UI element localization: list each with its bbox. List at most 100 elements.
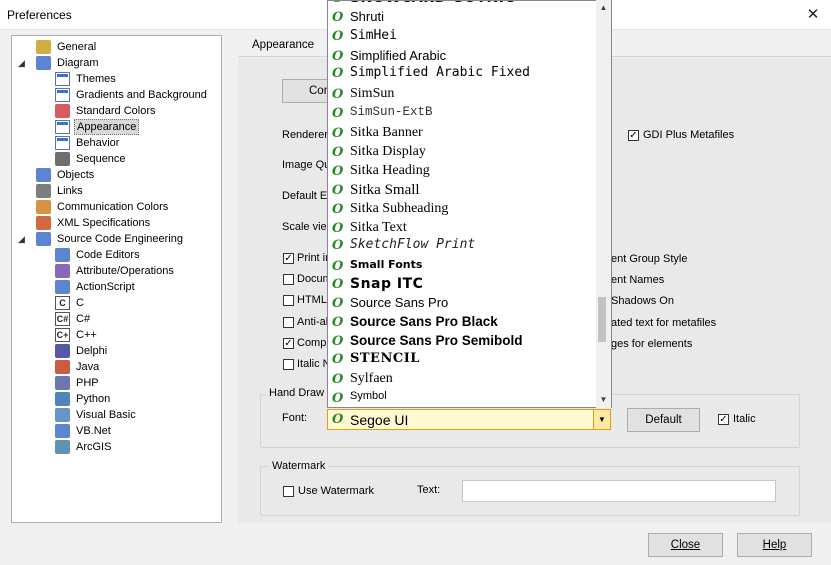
font-list-item[interactable]: O Shruti: [328, 8, 596, 27]
page-title: Appearance: [252, 39, 315, 51]
italic-label: Italic: [733, 413, 756, 425]
option-checkbox[interactable]: [283, 274, 294, 285]
opentype-icon: O: [332, 334, 344, 349]
renderer-label: Renderer: [282, 129, 328, 141]
opentype-icon: O: [332, 238, 344, 253]
opentype-icon: O: [332, 49, 344, 64]
option-label: ges for elements: [611, 338, 693, 350]
source-code-icon: [36, 232, 51, 246]
font-list-item[interactable]: O SimSun: [328, 85, 596, 104]
font-list-item[interactable]: O Sitka Subheading: [328, 200, 596, 219]
page-icon: [55, 88, 70, 102]
opentype-icon: O: [332, 87, 344, 102]
opentype-icon: O: [332, 164, 344, 179]
font-list-item[interactable]: O STENCIL: [328, 350, 596, 369]
opentype-icon: O: [332, 106, 344, 121]
tree-item-label: Appearance: [74, 119, 140, 135]
opentype-icon: O: [332, 29, 344, 44]
tree-item-label: Links: [57, 185, 83, 197]
font-dropdown-list[interactable]: O SNOWCARD GOTHIC O Shruti O SimHei O Simplifie…: [327, 0, 612, 408]
font-name: Simplified Arabic Fixed: [350, 65, 531, 80]
font-list-item[interactable]: O Simplified Arabic Fixed: [328, 64, 596, 83]
font-list-item[interactable]: O Snap ITC: [328, 275, 596, 294]
gdi-plus-checkbox[interactable]: ✓: [628, 130, 639, 141]
font-list-item[interactable]: O Sylfaen: [328, 370, 596, 389]
italic-checkbox[interactable]: ✓: [718, 414, 729, 425]
close-button[interactable]: Close: [648, 533, 723, 557]
option-checkbox[interactable]: ✓: [283, 253, 294, 264]
tree-item-label: ActionScript: [76, 281, 135, 293]
option-label: Italic N: [297, 358, 331, 370]
arcgis-icon: [55, 440, 70, 454]
opentype-icon: O: [332, 412, 344, 427]
default-button[interactable]: Default: [627, 408, 700, 432]
font-name: Sitka Subheading: [350, 201, 449, 216]
opentype-icon: O: [332, 391, 344, 406]
expand-arrow-icon[interactable]: ◢: [18, 234, 28, 244]
cpp-icon: C+: [55, 328, 70, 342]
font-list-item[interactable]: O Small Fonts: [328, 257, 596, 276]
communication-icon: [36, 200, 51, 214]
diagram-icon: [36, 56, 51, 70]
opentype-icon: O: [332, 126, 344, 141]
option-label: ent Names: [611, 274, 665, 286]
use-watermark-checkbox[interactable]: [283, 486, 294, 497]
code-editor-icon: [55, 248, 70, 262]
font-name: Sylfaen: [350, 371, 393, 386]
tree-item-label: Diagram: [57, 57, 99, 69]
tree-item-label: Java: [76, 361, 100, 373]
watermark-text-label: Text:: [417, 484, 441, 496]
option-checkbox[interactable]: [283, 317, 294, 328]
font-list-item[interactable]: O Symbol: [328, 389, 596, 407]
watermark-group-title: Watermark: [269, 460, 329, 472]
font-name: SimSun: [350, 86, 395, 101]
scroll-down-arrow-icon[interactable]: ▼: [596, 392, 611, 407]
font-list-item[interactable]: O Sitka Small: [328, 181, 596, 200]
option-label: ated text for metafiles: [611, 317, 717, 329]
font-list-item[interactable]: O Source Sans Pro Semibold: [328, 332, 596, 351]
close-icon[interactable]: ✕: [800, 4, 826, 26]
tree-item-label: Standard Colors: [76, 105, 156, 117]
font-combobox[interactable]: O Segoe UI ▼: [327, 409, 611, 430]
font-list-item[interactable]: O Source Sans Pro: [328, 294, 596, 313]
font-name: Symbol: [350, 390, 387, 402]
scale-view-label: Scale vie: [282, 221, 327, 233]
option-checkbox[interactable]: [283, 295, 294, 306]
font-list-item[interactable]: O SNOWCARD GOTHIC: [328, 1, 596, 8]
configure-button[interactable]: Con: [282, 79, 332, 103]
font-list-item[interactable]: O Sitka Display: [328, 143, 596, 162]
option-label: Compr: [297, 337, 331, 349]
font-label: Font:: [282, 412, 308, 424]
preferences-tree[interactable]: General ◢ Diagram Themes Gradients and Backg…: [11, 35, 222, 523]
font-list-item[interactable]: O SimSun-ExtB: [328, 104, 596, 123]
opentype-icon: O: [332, 66, 344, 81]
font-name: Simplified Arabic: [350, 48, 447, 63]
font-list-item[interactable]: O Sitka Banner: [328, 124, 596, 143]
font-name: Sitka Heading: [350, 163, 430, 178]
java-icon: [55, 360, 70, 374]
font-list-item[interactable]: O SketchFlow Print: [328, 236, 596, 255]
visual-basic-icon: [55, 408, 70, 422]
expand-arrow-icon[interactable]: ◢: [18, 58, 28, 68]
help-button[interactable]: Help: [737, 533, 812, 557]
tree-item-label: Behavior: [76, 137, 120, 149]
font-list-item[interactable]: O SimHei: [328, 27, 596, 46]
font-name: Source Sans Pro Black: [350, 314, 498, 329]
font-list-scroll-thumb[interactable]: [598, 297, 606, 342]
font-list-item[interactable]: O Sitka Heading: [328, 162, 596, 181]
font-name: Shruti: [350, 9, 384, 24]
option-checkbox[interactable]: ✓: [283, 338, 294, 349]
tree-item-label: C++: [76, 329, 97, 341]
font-list-scrollbar[interactable]: ▲ ▼: [596, 0, 611, 408]
option-checkbox[interactable]: [283, 359, 294, 370]
opentype-icon: O: [332, 296, 344, 311]
links-icon: [36, 184, 51, 198]
font-list-item[interactable]: O Source Sans Pro Black: [328, 313, 596, 332]
dropdown-arrow-icon[interactable]: ▼: [593, 410, 610, 429]
opentype-icon: O: [332, 315, 344, 330]
watermark-text-input[interactable]: [462, 480, 776, 502]
font-name: Sitka Display: [350, 144, 426, 159]
scroll-up-arrow-icon[interactable]: ▲: [596, 0, 611, 15]
opentype-icon: O: [332, 183, 344, 198]
tree-item-label: Objects: [57, 169, 95, 181]
